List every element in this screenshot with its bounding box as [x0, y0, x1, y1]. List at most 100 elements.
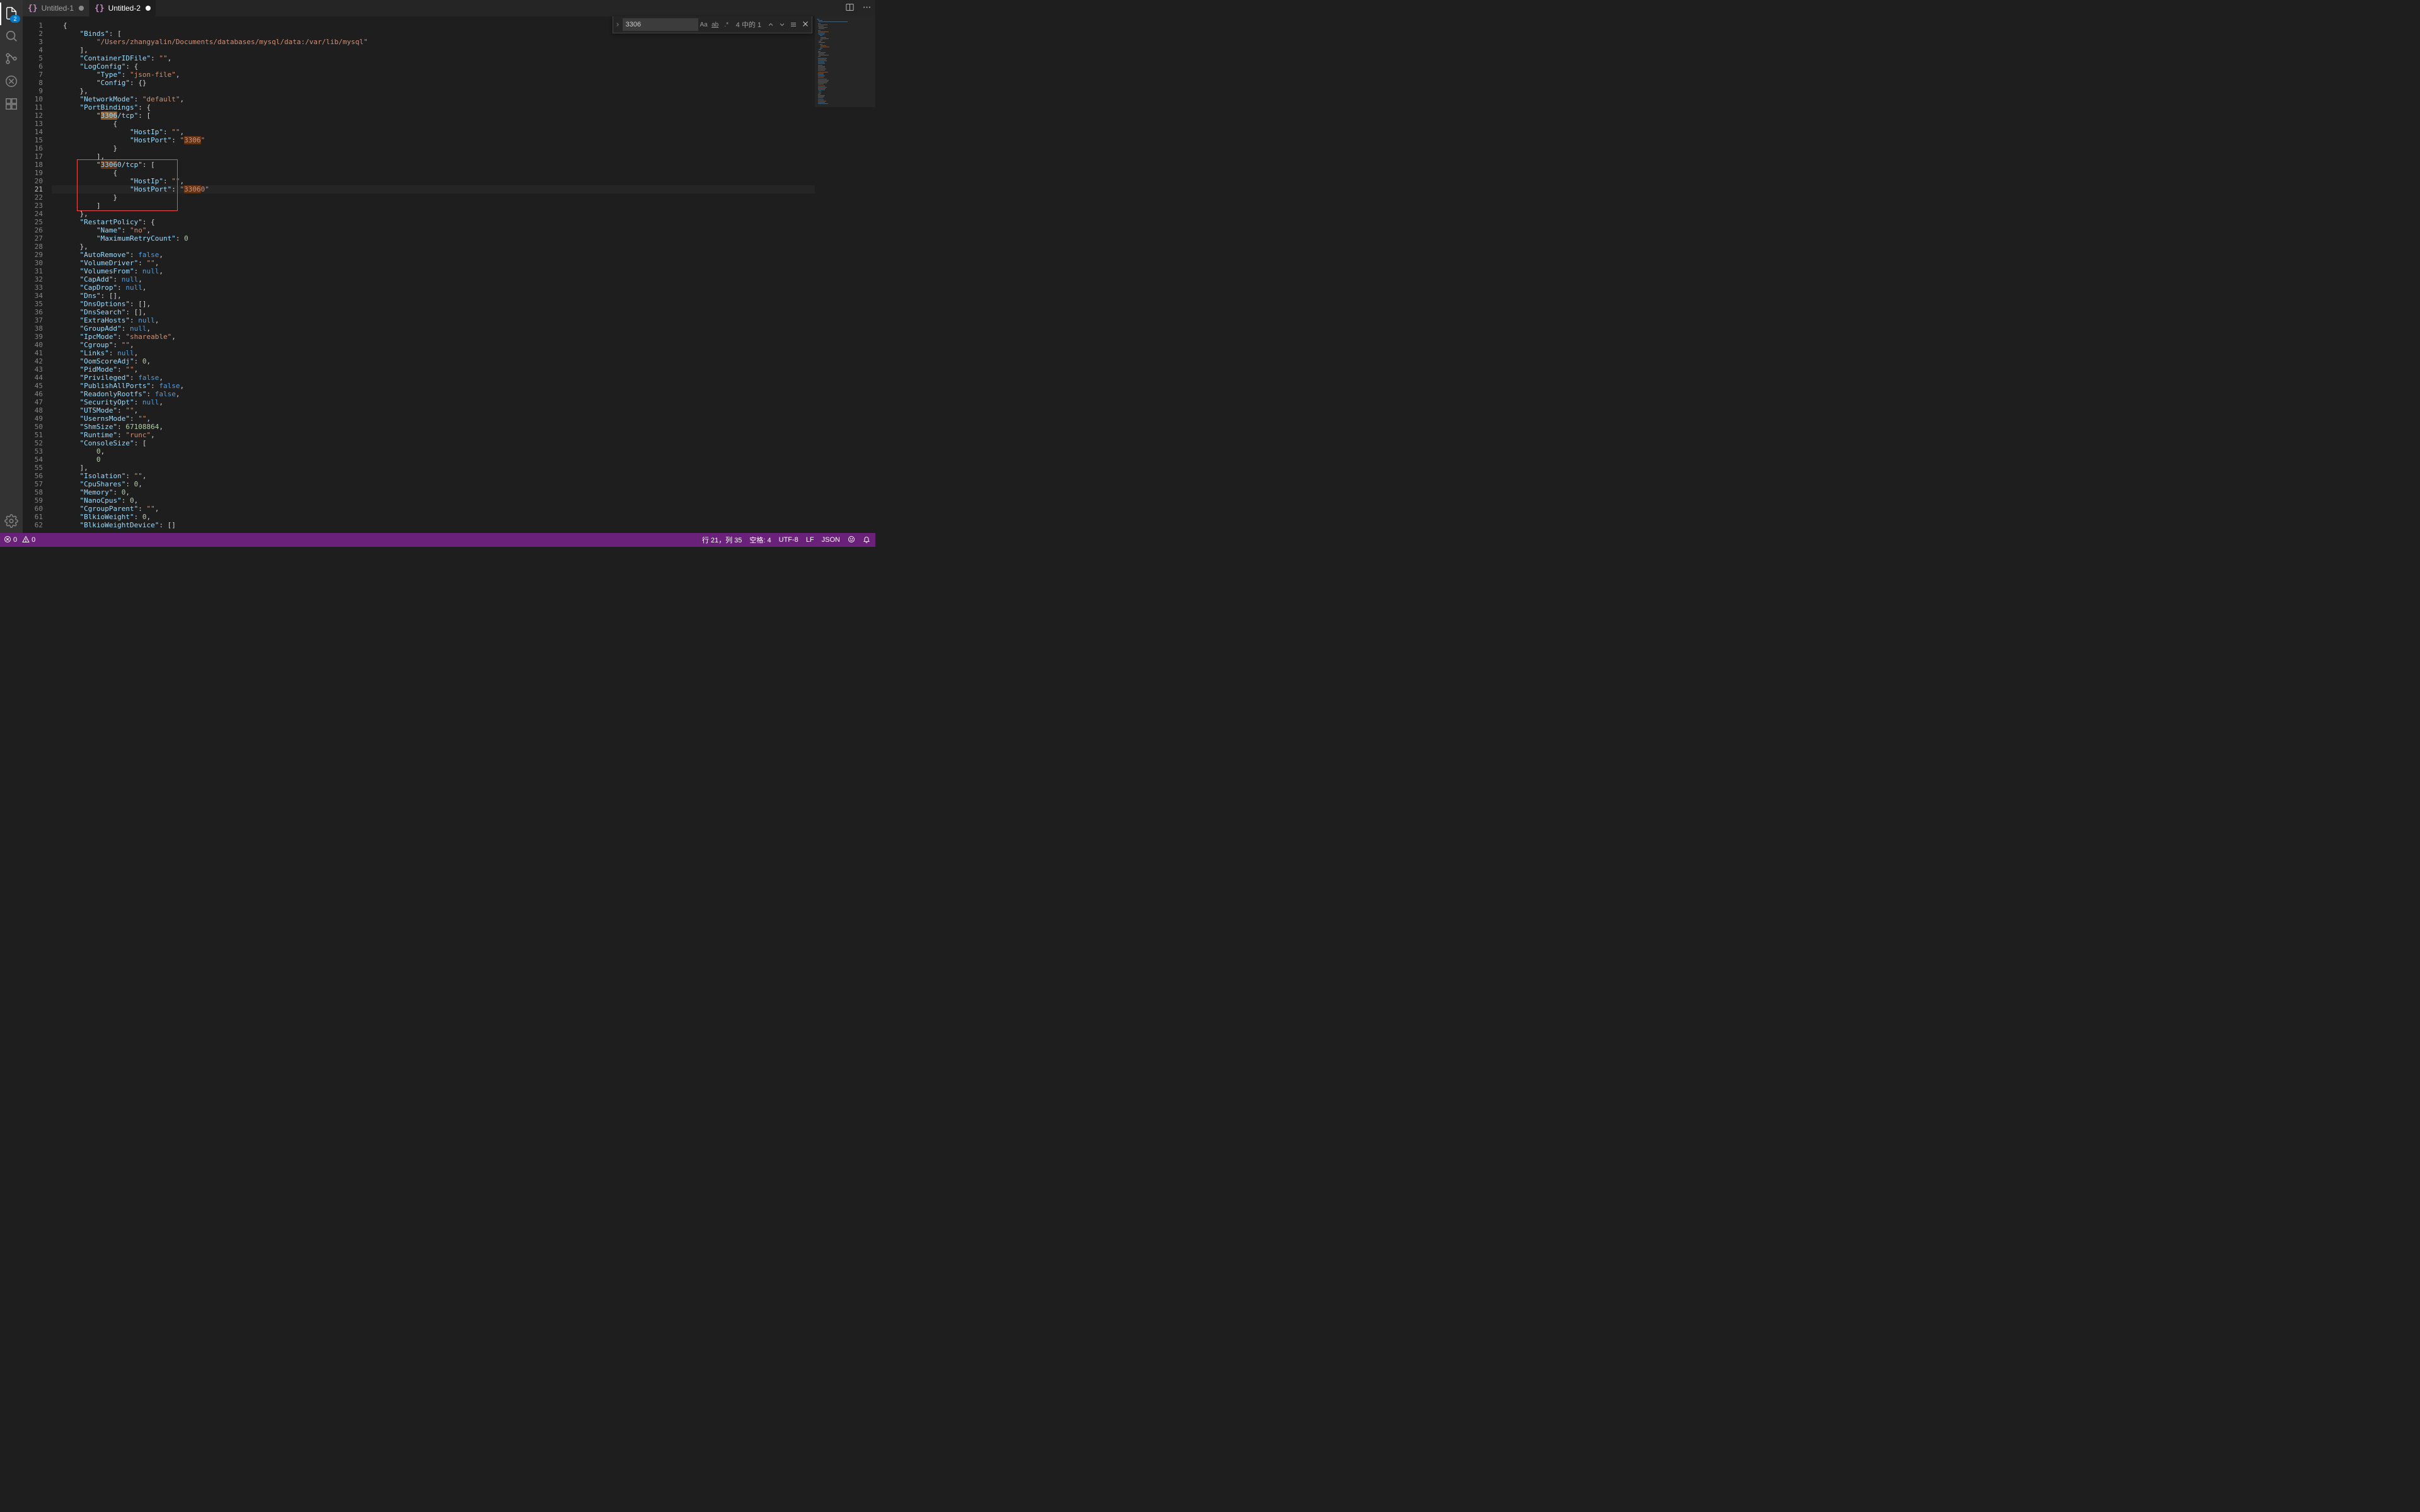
activity-explorer[interactable]: 2 — [0, 3, 23, 25]
status-feedback[interactable] — [848, 536, 855, 545]
code-line[interactable]: "3306/tcp": [ — [52, 112, 815, 120]
dirty-indicator-icon — [146, 6, 151, 11]
code-line[interactable]: "NetworkMode": "default", — [52, 95, 815, 103]
code-line[interactable]: "PortBindings": { — [52, 103, 815, 112]
find-wholeword-toggle[interactable]: ab — [710, 19, 721, 30]
find-close-button[interactable] — [799, 20, 812, 30]
code-line[interactable]: "OomScoreAdj": 0, — [52, 357, 815, 365]
code-line[interactable]: }, — [52, 210, 815, 218]
activity-search[interactable] — [0, 25, 23, 48]
code-line[interactable]: }, — [52, 87, 815, 95]
code-line[interactable]: "CapAdd": null, — [52, 275, 815, 284]
activity-source-control[interactable] — [0, 48, 23, 71]
find-input[interactable] — [623, 18, 698, 31]
code-line[interactable]: "VolumeDriver": "", — [52, 259, 815, 267]
split-editor-button[interactable] — [845, 3, 855, 14]
code-line[interactable]: "Type": "json-file", — [52, 71, 815, 79]
status-eol[interactable]: LF — [806, 536, 814, 544]
code-line[interactable]: "PublishAllPorts": false, — [52, 382, 815, 390]
code-line[interactable]: "BlkioWeight": 0, — [52, 513, 815, 521]
status-notifications[interactable] — [863, 536, 870, 545]
code-line[interactable]: ], — [52, 46, 815, 54]
find-selection-toggle[interactable] — [788, 19, 799, 30]
code-line[interactable]: "MaximumRetryCount": 0 — [52, 234, 815, 243]
code-line[interactable]: "HostPort": "33060" — [52, 185, 815, 193]
code-line[interactable]: "CpuShares": 0, — [52, 480, 815, 488]
tab-label: Untitled-2 — [108, 4, 141, 13]
code-line[interactable]: "ContainerIDFile": "", — [52, 54, 815, 62]
code-line[interactable]: "DnsOptions": [], — [52, 300, 815, 308]
activity-settings[interactable] — [0, 510, 23, 533]
code-line[interactable]: "HostIp": "", — [52, 128, 815, 136]
tab-untitled-2[interactable]: {} Untitled-2 — [89, 0, 156, 16]
status-encoding[interactable]: UTF-8 — [779, 536, 798, 544]
code-line[interactable]: "SecurityOpt": null, — [52, 398, 815, 406]
code-line[interactable]: } — [52, 144, 815, 152]
find-next-button[interactable] — [776, 19, 788, 30]
warning-icon — [22, 536, 30, 545]
line-number-gutter: 1234567891011121314151617181920212223242… — [23, 16, 52, 533]
code-line[interactable]: "IpcMode": "shareable", — [52, 333, 815, 341]
code-line[interactable]: "Links": null, — [52, 349, 815, 357]
code-line[interactable]: }, — [52, 243, 815, 251]
code-line[interactable]: "PidMode": "", — [52, 365, 815, 374]
minimap[interactable] — [815, 16, 875, 533]
code-line[interactable]: "/Users/zhangyalin/Documents/databases/m… — [52, 38, 815, 46]
tab-untitled-1[interactable]: {} Untitled-1 — [23, 0, 89, 16]
code-line[interactable]: "Cgroup": "", — [52, 341, 815, 349]
code-line[interactable]: "Memory": 0, — [52, 488, 815, 496]
code-line[interactable]: "HostIp": "", — [52, 177, 815, 185]
code-line[interactable]: "Privileged": false, — [52, 374, 815, 382]
code-line[interactable]: 0 — [52, 455, 815, 464]
find-regex-toggle[interactable]: .* — [721, 19, 732, 30]
code-line[interactable]: "Isolation": "", — [52, 472, 815, 480]
status-warnings[interactable]: 0 — [22, 536, 35, 545]
bell-icon — [863, 536, 870, 545]
warning-count: 0 — [32, 536, 35, 544]
status-cursor-position[interactable]: 行 21，列 35 — [702, 535, 742, 545]
status-errors[interactable]: 0 — [4, 536, 17, 545]
code-line[interactable]: ] — [52, 202, 815, 210]
code-line[interactable]: "ConsoleSize": [ — [52, 439, 815, 447]
json-file-icon: {} — [95, 4, 105, 13]
code-line[interactable]: "RestartPolicy": { — [52, 218, 815, 226]
find-expand-toggle[interactable] — [613, 16, 623, 33]
code-line[interactable]: "CapDrop": null, — [52, 284, 815, 292]
code-line[interactable]: "ExtraHosts": null, — [52, 316, 815, 324]
code-line[interactable]: "Dns": [], — [52, 292, 815, 300]
json-file-icon: {} — [28, 4, 38, 13]
code-line[interactable]: "DnsSearch": [], — [52, 308, 815, 316]
code-line[interactable]: ], — [52, 464, 815, 472]
explorer-badge: 2 — [10, 15, 20, 23]
more-actions-button[interactable] — [862, 3, 872, 14]
code-line[interactable]: "HostPort": "3306" — [52, 136, 815, 144]
status-language[interactable]: JSON — [822, 536, 840, 544]
code-line[interactable]: "Runtime": "runc", — [52, 431, 815, 439]
find-case-toggle[interactable]: Aa — [698, 19, 710, 30]
status-indentation[interactable]: 空格: 4 — [749, 535, 771, 545]
code-line[interactable]: "UsernsMode": "", — [52, 415, 815, 423]
activity-debug[interactable] — [0, 71, 23, 93]
code-line[interactable]: { — [52, 169, 815, 177]
code-line[interactable]: 0, — [52, 447, 815, 455]
code-editor[interactable]: { "Binds": [ "/Users/zhangyalin/Document… — [52, 16, 815, 533]
find-prev-button[interactable] — [765, 19, 776, 30]
activity-extensions[interactable] — [0, 93, 23, 116]
code-line[interactable]: { — [52, 120, 815, 128]
code-line[interactable]: "AutoRemove": false, — [52, 251, 815, 259]
code-line[interactable]: "ShmSize": 67108864, — [52, 423, 815, 431]
code-line[interactable]: "UTSMode": "", — [52, 406, 815, 415]
code-line[interactable]: "CgroupParent": "", — [52, 505, 815, 513]
code-line[interactable]: "33060/tcp": [ — [52, 161, 815, 169]
code-line[interactable]: "GroupAdd": null, — [52, 324, 815, 333]
code-line[interactable]: "NanoCpus": 0, — [52, 496, 815, 505]
code-line[interactable]: } — [52, 193, 815, 202]
code-line[interactable]: "ReadonlyRootfs": false, — [52, 390, 815, 398]
code-line[interactable]: "Name": "no", — [52, 226, 815, 234]
code-line[interactable]: "VolumesFrom": null, — [52, 267, 815, 275]
code-line[interactable]: "LogConfig": { — [52, 62, 815, 71]
code-line[interactable]: "Config": {} — [52, 79, 815, 87]
code-line[interactable]: ], — [52, 152, 815, 161]
error-count: 0 — [13, 536, 17, 544]
code-line[interactable]: "BlkioWeightDevice": [] — [52, 521, 815, 529]
